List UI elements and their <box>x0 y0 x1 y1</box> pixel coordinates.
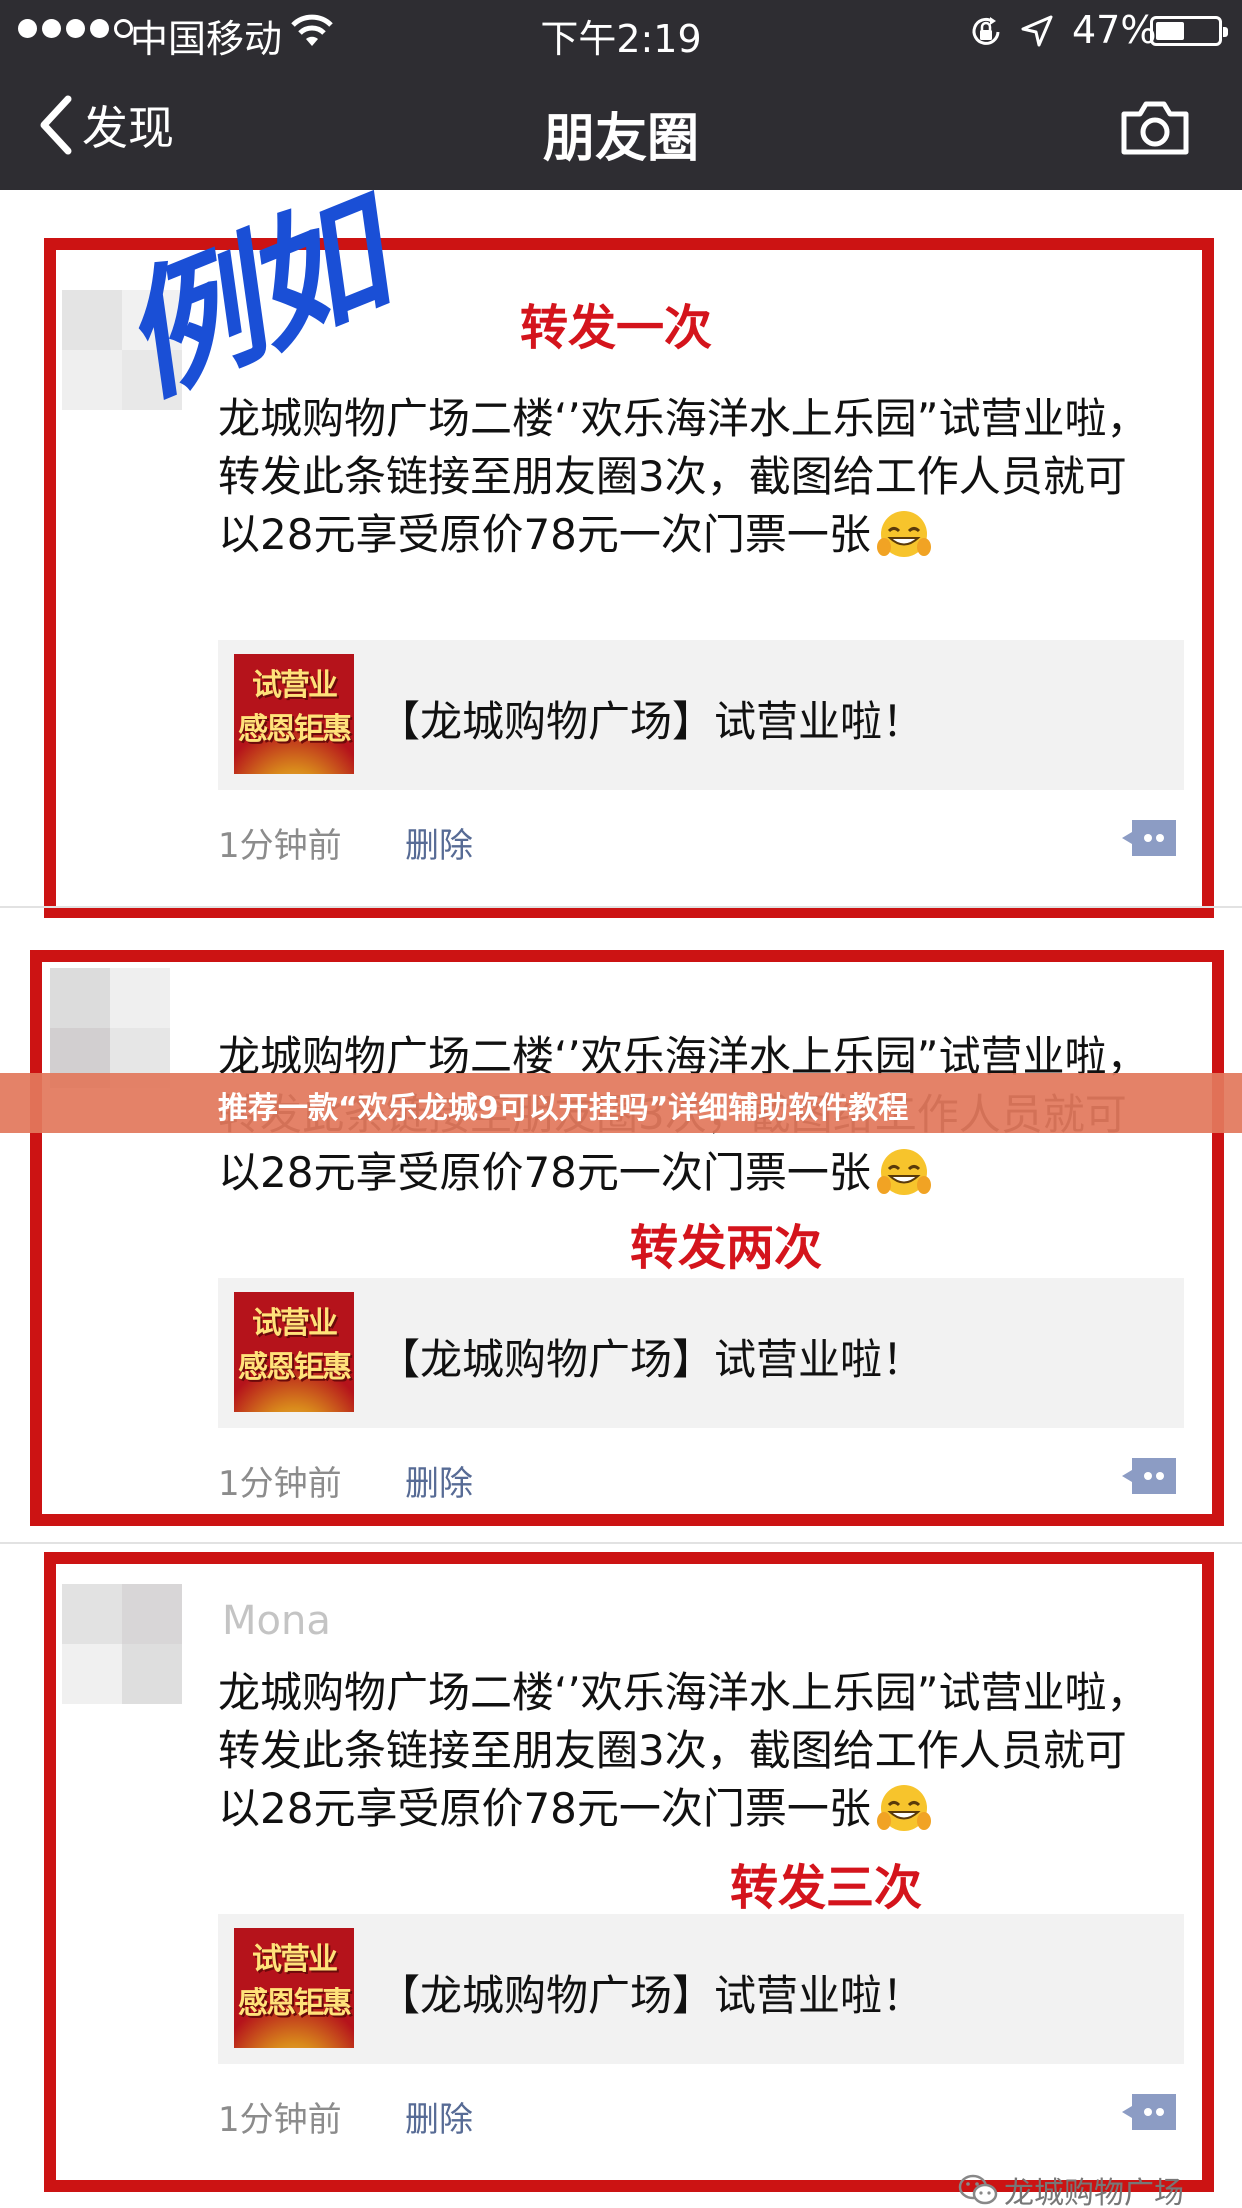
forward-count-label: 转发两次 <box>630 1220 823 1276</box>
highlight-box <box>44 1552 1214 2192</box>
watermark: 龙城购物广场 <box>958 2168 1184 2208</box>
moment-post: 龙城购物广场二楼‘’欢乐海洋水上乐园”试营业啦，转发此条链接至朋友圈3次，截图给… <box>0 908 1242 1542</box>
moment-post: Mona 龙城购物广场二楼‘’欢乐海洋水上乐园”试营业啦，转发此条链接至朋友圈3… <box>0 1544 1242 2208</box>
page-title: 朋友圈 <box>542 109 699 169</box>
wechat-icon <box>958 2174 998 2205</box>
forward-count-label: 转发一次 <box>520 300 713 356</box>
highlight-box <box>30 950 1224 1526</box>
rotation-lock-icon <box>972 17 1000 45</box>
forward-count-label: 转发三次 <box>730 1860 923 1916</box>
top-bar: 中国移动 下午2:19 47% 发现 朋友圈 <box>0 0 1242 190</box>
battery-icon <box>1150 16 1228 46</box>
status-time: 下午2:19 <box>540 17 702 61</box>
banner-text: 推荐一款“欢乐龙城9可以开挂吗”详细辅助软件教程 <box>218 1091 909 1126</box>
camera-icon[interactable] <box>1120 98 1190 156</box>
overlay-banner: 推荐一款“欢乐龙城9可以开挂吗”详细辅助软件教程 <box>0 1073 1242 1133</box>
status-bar: 中国移动 下午2:19 47% <box>0 0 1242 62</box>
navigation-bar: 发现 朋友圈 <box>0 62 1242 190</box>
location-arrow-icon <box>1021 15 1053 47</box>
watermark-text: 龙城购物广场 <box>1004 2176 1184 2208</box>
battery-percent: 47% <box>1072 8 1157 52</box>
